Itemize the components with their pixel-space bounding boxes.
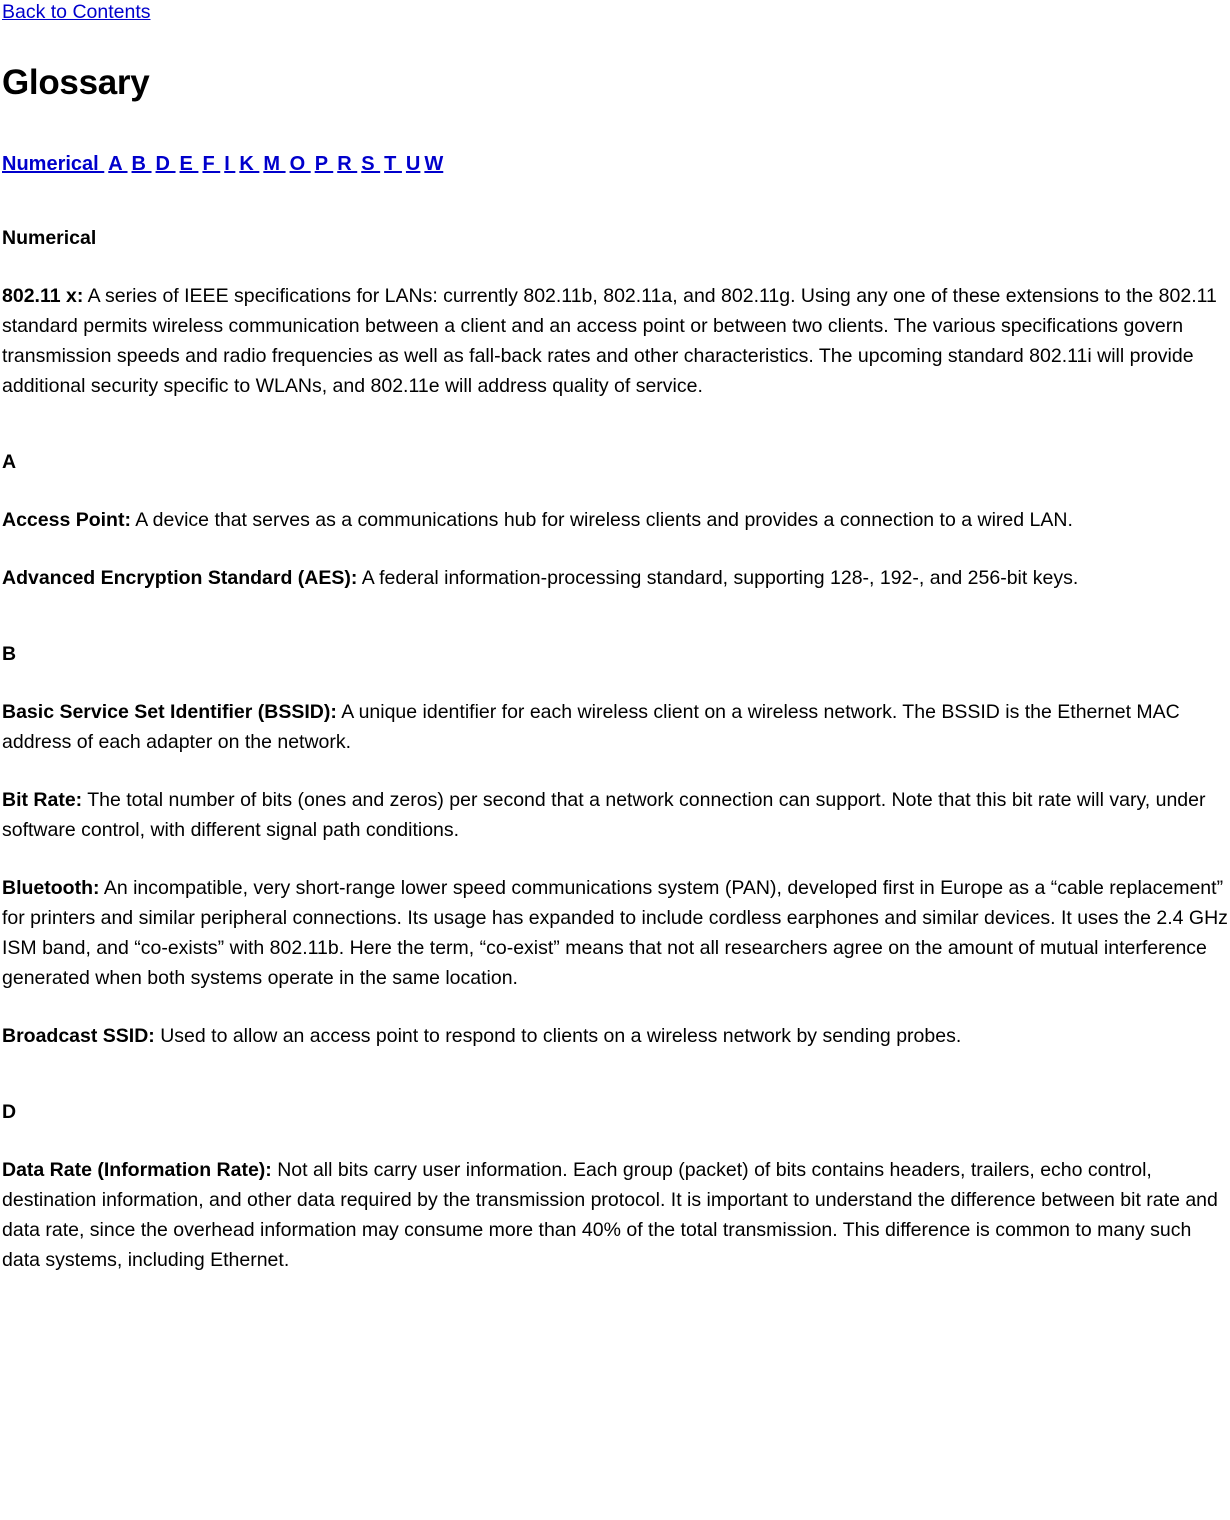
glossary-term: Advanced Encryption Standard (AES): bbox=[2, 567, 358, 589]
glossary-term: Bluetooth: bbox=[2, 877, 100, 899]
glossary-definition: A device that serves as a communications… bbox=[130, 509, 1073, 531]
glossary-term: Bit Rate: bbox=[2, 789, 83, 811]
glossary-entry-bssid: Basic Service Set Identifier (BSSID): A … bbox=[2, 697, 1228, 757]
glossary-term: Basic Service Set Identifier (BSSID): bbox=[2, 701, 337, 723]
glossary-term: Access Point: bbox=[2, 509, 131, 531]
glossary-entry-aes: Advanced Encryption Standard (AES): A fe… bbox=[2, 563, 1228, 593]
alpha-nav-link-f[interactable]: F bbox=[202, 153, 220, 175]
alpha-nav-link-r[interactable]: R bbox=[337, 153, 357, 175]
alpha-nav-link-t[interactable]: T bbox=[384, 153, 402, 175]
alpha-nav-link-numerical[interactable]: Numerical bbox=[2, 153, 104, 175]
glossary-definition: A series of IEEE specifications for LANs… bbox=[2, 285, 1217, 397]
alpha-nav-link-m[interactable]: M bbox=[263, 153, 285, 175]
alpha-nav-link-k[interactable]: K bbox=[239, 153, 259, 175]
alpha-nav-link-u[interactable]: U bbox=[406, 153, 420, 175]
back-to-contents-link[interactable]: Back to Contents bbox=[2, 1, 151, 23]
page-title: Glossary bbox=[2, 63, 150, 102]
glossary-entry-bluetooth: Bluetooth: An incompatible, very short-r… bbox=[2, 873, 1228, 993]
alpha-nav-link-o[interactable]: O bbox=[290, 153, 311, 175]
alpha-nav-link-p[interactable]: P bbox=[315, 153, 334, 175]
glossary-definition: The total number of bits (ones and zeros… bbox=[2, 789, 1206, 841]
glossary-definition: A federal information-processing standar… bbox=[357, 567, 1079, 589]
glossary-definition: Used to allow an access point to respond… bbox=[154, 1025, 962, 1047]
glossary-page: Back to Contents Glossary Numerical A B … bbox=[0, 0, 1230, 1275]
alpha-nav-link-a[interactable]: A bbox=[108, 153, 127, 175]
alpha-nav-link-w[interactable]: W bbox=[424, 153, 443, 175]
glossary-entry-broadcast-ssid: Broadcast SSID: Used to allow an access … bbox=[2, 1021, 1228, 1051]
alphabet-navigation: Numerical A B D E F I K M O P R S T UW bbox=[2, 151, 1228, 177]
alpha-nav-link-d[interactable]: D bbox=[156, 153, 176, 175]
glossary-term: 802.11 x: bbox=[2, 285, 84, 307]
glossary-entry-bit-rate: Bit Rate: The total number of bits (ones… bbox=[2, 785, 1228, 845]
glossary-term: Broadcast SSID: bbox=[2, 1025, 155, 1047]
back-to-contents-row: Back to Contents bbox=[2, 0, 1228, 23]
glossary-definition: An incompatible, very short-range lower … bbox=[2, 877, 1228, 989]
section-heading-d: D bbox=[2, 1101, 17, 1123]
section-heading-b: B bbox=[2, 643, 17, 665]
glossary-term: Data Rate (Information Rate): bbox=[2, 1159, 272, 1181]
alpha-nav-link-b[interactable]: B bbox=[132, 153, 152, 175]
glossary-entry-802-11-x: 802.11 x: A series of IEEE specification… bbox=[2, 281, 1228, 401]
glossary-entry-data-rate: Data Rate (Information Rate): Not all bi… bbox=[2, 1155, 1228, 1275]
alpha-nav-link-i[interactable]: I bbox=[224, 153, 235, 175]
glossary-entry-access-point: Access Point: A device that serves as a … bbox=[2, 505, 1228, 535]
alpha-nav-link-s[interactable]: S bbox=[361, 153, 380, 175]
alpha-nav-link-e[interactable]: E bbox=[180, 153, 199, 175]
section-heading-a: A bbox=[2, 451, 17, 473]
section-heading-numerical: Numerical bbox=[2, 227, 97, 249]
